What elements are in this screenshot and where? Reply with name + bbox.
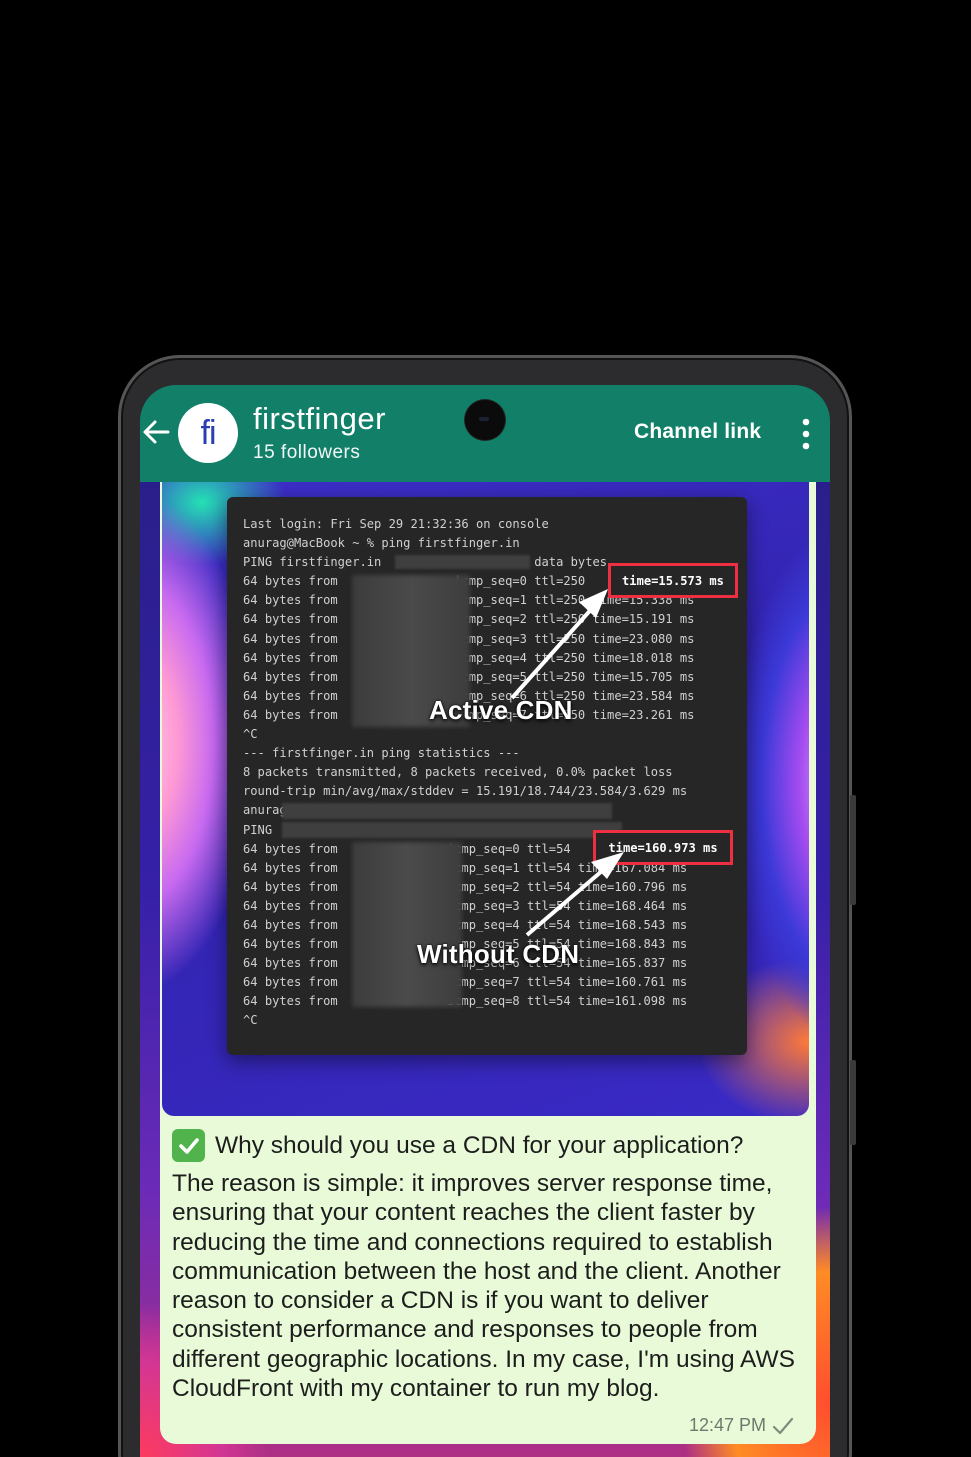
terminal-screenshot: Last login: Fri Sep 29 21:32:36 on conso… (227, 497, 747, 1055)
back-arrow-icon[interactable] (140, 415, 174, 449)
more-vertical-icon[interactable] (796, 417, 816, 451)
volume-button (850, 795, 856, 905)
channel-header: fi firstfinger 15 followers Channel link (140, 385, 830, 482)
annotation-active-cdn: Active CDN (429, 695, 573, 725)
avatar-text: fi (200, 413, 217, 452)
arrow-icon (510, 589, 624, 937)
message-caption: Why should you use a CDN for your applic… (172, 1129, 802, 1403)
caption-body: The reason is simple: it improves server… (172, 1170, 795, 1403)
caption-title: Why should you use a CDN for your applic… (215, 1131, 744, 1159)
channel-name[interactable]: firstfinger (253, 401, 386, 437)
power-button (850, 1060, 856, 1145)
message-bubble[interactable]: Last login: Fri Sep 29 21:32:36 on conso… (160, 482, 816, 1444)
single-tick-icon (772, 1417, 794, 1434)
channel-link-button[interactable]: Channel link (634, 420, 761, 444)
message-time: 12:47 PM (688, 1415, 766, 1435)
message-timestamp: 12:47 PM (689, 1415, 794, 1436)
channel-avatar[interactable]: fi (178, 403, 238, 463)
message-image[interactable]: Last login: Fri Sep 29 21:32:36 on conso… (162, 482, 809, 1116)
front-camera (465, 400, 505, 440)
annotation-without-cdn: Without CDN (417, 939, 580, 969)
check-mark-icon (172, 1129, 205, 1162)
caption-title-row: Why should you use a CDN for your applic… (172, 1129, 802, 1162)
followers-count: 15 followers (253, 442, 361, 463)
